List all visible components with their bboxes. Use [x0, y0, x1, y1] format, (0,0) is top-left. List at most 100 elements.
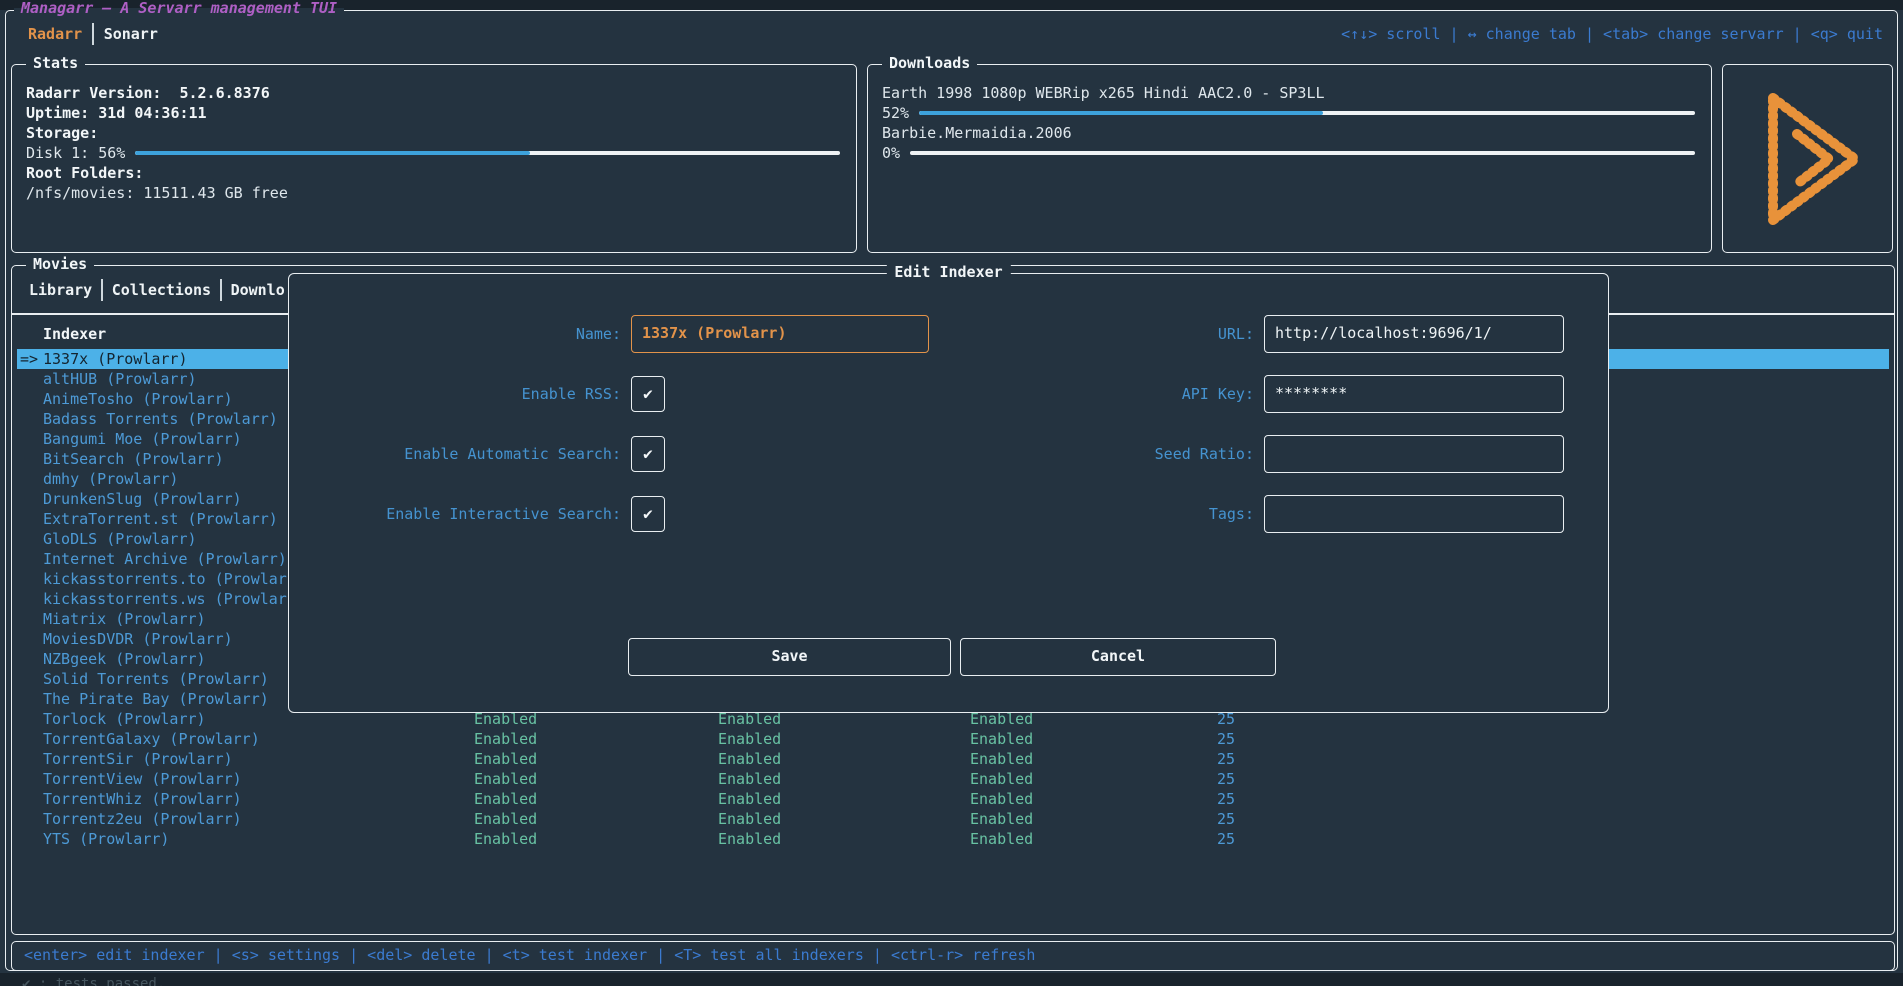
stats-panel-title: Stats	[26, 54, 85, 72]
selection-marker	[20, 509, 44, 529]
enable-interactive-search-checkbox[interactable]: ✔	[631, 496, 665, 532]
indexer-name: The Pirate Bay (Prowlarr)	[43, 689, 269, 709]
indexer-name: Miatrix (Prowlarr)	[43, 609, 206, 629]
indexer-column-header: Indexer	[43, 325, 106, 343]
tab-downloads-truncated[interactable]: Downlo	[222, 281, 294, 299]
download-title: Earth 1998 1080p WEBRip x265 Hindi AAC2.…	[882, 83, 1697, 103]
enable-rss-checkbox[interactable]: ✔	[631, 376, 665, 412]
automatic-search-cell: Enabled	[718, 789, 781, 809]
priority-cell: 25	[1147, 729, 1235, 749]
interactive-search-cell: Enabled	[970, 729, 1033, 749]
selection-marker	[20, 389, 44, 409]
indexer-name: TorrentView (Prowlarr)	[43, 769, 242, 789]
indexer-name: kickasstorrents.ws (Prowlarr)	[43, 589, 305, 609]
rss-enabled-cell: Enabled	[474, 789, 537, 809]
selection-marker	[20, 489, 44, 509]
download-progress-fill	[919, 111, 1322, 115]
app-title: Managarr – A Servarr management TUI	[14, 0, 344, 17]
tab-radarr[interactable]: Radarr	[18, 25, 92, 43]
download-percent: 52%	[882, 103, 909, 123]
selection-marker	[20, 529, 44, 549]
disk-label: Disk 1:	[26, 143, 89, 163]
root-folder-line: /nfs/movies:11511.43 GB free	[26, 183, 842, 203]
indexer-name: kickasstorrents.to (Prowlarr)	[43, 569, 305, 589]
enable-rss-label: Enable RSS:	[289, 375, 621, 413]
priority-cell: 25	[1147, 749, 1235, 769]
tab-collections[interactable]: Collections	[103, 281, 220, 299]
save-button[interactable]: Save	[628, 638, 951, 676]
priority-cell: 25	[1147, 829, 1235, 849]
movies-panel-title: Movies	[26, 255, 94, 273]
download-progress-bar	[910, 151, 1695, 155]
rss-enabled-cell: Enabled	[474, 769, 537, 789]
name-input[interactable]: 1337x (Prowlarr)	[631, 315, 929, 353]
indexer-name: MoviesDVDR (Prowlarr)	[43, 629, 233, 649]
indexer-row[interactable]: TorrentWhiz (Prowlarr) Enabled Enabled E…	[17, 789, 1889, 809]
bottom-keybinding-bar: <enter> edit indexer | <s> settings | <d…	[11, 941, 1895, 971]
disk-percent: 56%	[98, 143, 125, 163]
downloads-list: Earth 1998 1080p WEBRip x265 Hindi AAC2.…	[868, 65, 1711, 163]
indexer-row[interactable]: TorrentSir (Prowlarr) Enabled Enabled En…	[17, 749, 1889, 769]
disk-usage-bar	[135, 151, 840, 155]
tab-sonarr[interactable]: Sonarr	[94, 25, 168, 43]
interactive-search-cell: Enabled	[970, 769, 1033, 789]
seed-ratio-input[interactable]	[1264, 435, 1564, 473]
enable-automatic-search-label: Enable Automatic Search:	[289, 435, 621, 473]
selection-marker	[20, 409, 44, 429]
stats-panel: Stats Radarr Version:5.2.6.8376 Uptime:3…	[11, 64, 857, 253]
selection-marker	[20, 369, 44, 389]
selection-marker	[20, 669, 44, 689]
indexer-row[interactable]: TorrentView (Prowlarr) Enabled Enabled E…	[17, 769, 1889, 789]
indexer-name: AnimeTosho (Prowlarr)	[43, 389, 233, 409]
bottom-keybindings: <enter> edit indexer | <s> settings | <d…	[12, 942, 1894, 964]
indexer-name: TorrentWhiz (Prowlarr)	[43, 789, 242, 809]
selection-marker	[20, 809, 44, 829]
uptime-value: 31d 04:36:11	[98, 104, 206, 122]
indexer-row[interactable]: YTS (Prowlarr) Enabled Enabled Enabled 2…	[17, 829, 1889, 849]
selection-marker	[20, 749, 44, 769]
downloads-panel: Downloads Earth 1998 1080p WEBRip x265 H…	[867, 64, 1712, 253]
modal-title: Edit Indexer	[886, 263, 1010, 281]
enable-interactive-search-label: Enable Interactive Search:	[289, 495, 621, 533]
selection-marker	[20, 609, 44, 629]
root-folder-path: /nfs/movies:	[26, 184, 134, 202]
priority-cell: 25	[1147, 809, 1235, 829]
tags-label: Tags:	[929, 495, 1254, 533]
indexer-name: ExtraTorrent.st (Prowlarr)	[43, 509, 278, 529]
managarr-play-logo-icon	[1733, 74, 1883, 244]
enable-automatic-search-checkbox[interactable]: ✔	[631, 436, 665, 472]
cancel-button[interactable]: Cancel	[960, 638, 1276, 676]
disk-usage-line: Disk 1: 56%	[26, 143, 842, 163]
selection-marker	[20, 569, 44, 589]
uptime-label: Uptime:	[26, 104, 89, 122]
root-folders-label: Root Folders:	[26, 163, 842, 183]
version-label: Radarr Version:	[26, 84, 161, 102]
top-keybindings: <↑↓> scroll | ↔ change tab | <tab> chang…	[1341, 21, 1883, 47]
automatic-search-cell: Enabled	[718, 729, 781, 749]
priority-cell: 25	[1147, 789, 1235, 809]
version-value: 5.2.6.8376	[179, 84, 269, 102]
api-key-input[interactable]: ********	[1264, 375, 1564, 413]
indexer-name: Solid Torrents (Prowlarr)	[43, 669, 269, 689]
download-item: Barbie.Mermaidia.2006 0%	[882, 123, 1697, 163]
indexer-row[interactable]: TorrentGalaxy (Prowlarr) Enabled Enabled…	[17, 729, 1889, 749]
downloads-panel-title: Downloads	[882, 54, 977, 72]
interactive-search-cell: Enabled	[970, 749, 1033, 769]
selection-marker: =>	[20, 349, 44, 369]
url-input[interactable]: http://localhost:9696/1/	[1264, 315, 1564, 353]
storage-label: Storage:	[26, 123, 842, 143]
indexer-name: TorrentSir (Prowlarr)	[43, 749, 233, 769]
rss-enabled-cell: Enabled	[474, 749, 537, 769]
selection-marker	[20, 469, 44, 489]
tab-library[interactable]: Library	[20, 281, 101, 299]
radarr-version-line: Radarr Version: 5.2.6.8376	[26, 83, 842, 103]
servarr-tab-bar: Radarr Sonarr	[18, 21, 168, 47]
disk-usage-fill	[135, 151, 530, 155]
rss-enabled-cell: Enabled	[474, 809, 537, 829]
indexer-row[interactable]: Torrentz2eu (Prowlarr) Enabled Enabled E…	[17, 809, 1889, 829]
download-progress-line: 0%	[882, 143, 1697, 163]
automatic-search-cell: Enabled	[718, 809, 781, 829]
indexer-name: Badass Torrents (Prowlarr)	[43, 409, 278, 429]
tags-input[interactable]	[1264, 495, 1564, 533]
selection-marker	[20, 769, 44, 789]
